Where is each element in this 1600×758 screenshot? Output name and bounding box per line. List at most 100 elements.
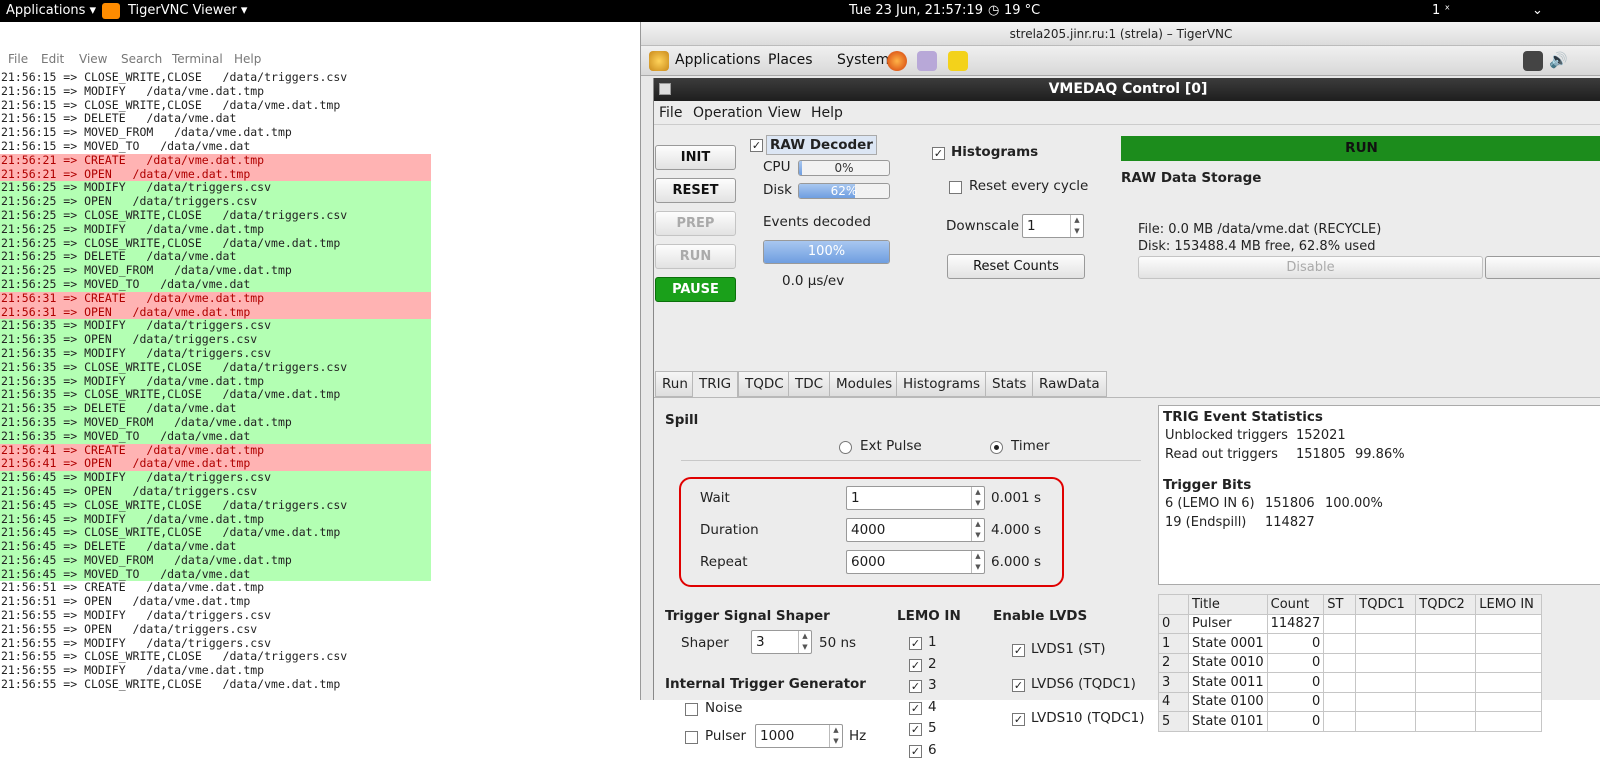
- disk-label: Disk: [763, 182, 792, 198]
- timer-radio[interactable]: [990, 441, 1003, 454]
- pulser-checkbox[interactable]: [685, 731, 698, 744]
- run-button[interactable]: RUN: [655, 244, 736, 269]
- lemo-in-checkbox-3[interactable]: ✓: [909, 680, 922, 693]
- table-cell: [1355, 691, 1417, 712]
- lemo-in-checkbox-2[interactable]: ✓: [909, 658, 922, 672]
- pulser-input[interactable]: 1000 ▲ ▼: [755, 724, 843, 748]
- terminal-line: 21:56:25 => MODIFY /data/vme.dat.tmp: [0, 222, 431, 237]
- table-cell: [1475, 652, 1543, 673]
- table-row[interactable]: 2 State 0010 0: [1158, 652, 1543, 673]
- lemo-in-checkbox-5[interactable]: ✓: [909, 723, 922, 736]
- column-header[interactable]: LEMO IN: [1475, 594, 1543, 615]
- tab-rawdata[interactable]: RawData: [1032, 371, 1107, 397]
- weather[interactable]: 19 °C: [1004, 3, 1040, 18]
- column-header[interactable]: [1158, 594, 1189, 615]
- menu-file[interactable]: File: [8, 52, 28, 66]
- lemo-in-checkbox-4[interactable]: ✓: [909, 701, 922, 715]
- table-header: Title Count ST TQDC1 TQDC2 LEMO IN: [1158, 594, 1543, 615]
- mail-icon[interactable]: [917, 51, 937, 71]
- lemo-in-checkbox-1[interactable]: ✓: [909, 637, 922, 650]
- column-header[interactable]: TQDC2: [1415, 594, 1477, 615]
- vme-menu-help[interactable]: Help: [811, 105, 843, 121]
- column-header[interactable]: Title: [1188, 594, 1268, 615]
- pause-button[interactable]: PAUSE: [655, 277, 736, 302]
- terminal-line: 21:56:45 => OPEN /data/triggers.csv: [0, 484, 431, 499]
- table-row[interactable]: 5 State 0101 0: [1158, 711, 1543, 732]
- terminal-line: 21:56:45 => MODIFY /data/triggers.csv: [0, 470, 431, 485]
- wait-label: Wait: [700, 490, 730, 506]
- column-header[interactable]: Count: [1266, 594, 1325, 615]
- tab-run[interactable]: Run: [655, 371, 695, 397]
- tab-histograms[interactable]: Histograms: [896, 371, 988, 397]
- remote-places-menu[interactable]: Places: [768, 52, 813, 68]
- lemo-in-checkbox-6[interactable]: ✓: [909, 744, 922, 758]
- monitor-icon[interactable]: [1523, 51, 1543, 71]
- table-cell: [1323, 652, 1357, 673]
- menu-edit[interactable]: Edit: [41, 52, 64, 66]
- table-row[interactable]: 1 State 0001 0: [1158, 633, 1543, 654]
- gnome-foot-icon[interactable]: [649, 51, 669, 71]
- trigger-table[interactable]: Title Count ST TQDC1 TQDC2 LEMO IN 0 Pulser 114…: [1158, 594, 1543, 732]
- init-button[interactable]: INIT: [655, 145, 736, 170]
- vme-menu-operation[interactable]: Operation: [693, 105, 763, 121]
- storage-extra-button[interactable]: [1485, 256, 1600, 279]
- wait-input[interactable]: 1 ▲ ▼: [846, 486, 985, 510]
- menu-terminal[interactable]: Terminal: [172, 52, 223, 66]
- downscale-input[interactable]: 1 ▲ ▼: [1022, 214, 1084, 238]
- lvds-checkbox[interactable]: ✓: [1012, 713, 1025, 726]
- disable-button[interactable]: Disable: [1138, 256, 1483, 279]
- raw-decoder-label[interactable]: RAW Decoder: [766, 135, 877, 155]
- terminal-line: 21:56:35 => CLOSE_WRITE,CLOSE /data/vme.…: [0, 388, 431, 403]
- window-menu-icon[interactable]: [659, 83, 671, 95]
- reset-button[interactable]: RESET: [655, 178, 736, 203]
- ext-pulse-radio[interactable]: [839, 441, 852, 454]
- table-cell: [1475, 691, 1543, 712]
- terminal-line: 21:56:15 => CLOSE_WRITE,CLOSE /data/trig…: [1, 70, 348, 84]
- histograms-checkbox[interactable]: ✓: [932, 147, 945, 160]
- notes-icon[interactable]: [948, 51, 968, 71]
- table-cell: [1415, 633, 1477, 654]
- noise-checkbox[interactable]: [685, 703, 698, 716]
- reset-counts-button[interactable]: Reset Counts: [947, 254, 1085, 279]
- table-cell: [1323, 691, 1357, 712]
- lvds-checkbox[interactable]: ✓: [1012, 678, 1025, 692]
- remote-system-menu[interactable]: System: [837, 52, 889, 68]
- table-row[interactable]: 0 Pulser 114827: [1158, 613, 1543, 634]
- tab-trig[interactable]: TRIG: [692, 371, 739, 398]
- prep-button[interactable]: PREP: [655, 211, 736, 236]
- tab-tqdc[interactable]: TQDC: [738, 371, 791, 397]
- repeat-label: Repeat: [700, 554, 748, 570]
- terminal-line: 21:56:55 => CLOSE_WRITE,CLOSE /data/vme.…: [1, 677, 341, 692]
- column-header[interactable]: ST: [1323, 594, 1357, 615]
- cpu-label: CPU: [763, 159, 791, 175]
- table-row[interactable]: 4 State 0100 0: [1158, 691, 1543, 712]
- reset-every-cycle-checkbox[interactable]: [949, 181, 962, 194]
- vme-menu-file[interactable]: File: [659, 105, 682, 121]
- volume-icon[interactable]: 🔊: [1549, 51, 1569, 71]
- chevron-down-icon[interactable]: ⌄: [1532, 3, 1543, 18]
- clock[interactable]: Tue 23 Jun, 21:57:19: [849, 3, 983, 18]
- raw-decoder-checkbox[interactable]: ✓: [750, 139, 763, 152]
- vmedaq-title: VMEDAQ Control [0]: [654, 78, 1600, 101]
- lvds-checkbox[interactable]: ✓: [1012, 644, 1025, 657]
- applications-menu[interactable]: Applications ▾: [6, 3, 96, 18]
- indicator[interactable]: 1 ˣ: [1432, 3, 1450, 18]
- terminal-line: 21:56:25 => CLOSE_WRITE,CLOSE /data/vme.…: [0, 236, 431, 251]
- remote-applications-menu[interactable]: Applications: [675, 52, 761, 68]
- app-name-menu[interactable]: TigerVNC Viewer ▾: [128, 3, 247, 18]
- tab-modules[interactable]: Modules: [829, 371, 900, 397]
- tab-tdc[interactable]: TDC: [788, 371, 831, 397]
- column-header[interactable]: TQDC1: [1355, 594, 1417, 615]
- menu-view[interactable]: View: [79, 52, 107, 66]
- vme-menu-view[interactable]: View: [768, 105, 801, 121]
- duration-input[interactable]: 4000 ▲ ▼: [846, 518, 985, 542]
- table-row[interactable]: 3 State 0011 0: [1158, 672, 1543, 693]
- menu-search[interactable]: Search: [121, 52, 162, 66]
- firefox-icon[interactable]: [887, 51, 907, 71]
- terminal-output[interactable]: 21:56:15 => CLOSE_WRITE,CLOSE /data/trig…: [0, 70, 640, 692]
- shaper-input[interactable]: 3 ▲ ▼: [751, 630, 812, 654]
- repeat-input[interactable]: 6000 ▲ ▼: [846, 550, 985, 574]
- tab-stats[interactable]: Stats: [985, 371, 1034, 397]
- terminal-line: 21:56:35 => DELETE /data/vme.dat: [0, 401, 431, 416]
- menu-help[interactable]: Help: [234, 52, 261, 66]
